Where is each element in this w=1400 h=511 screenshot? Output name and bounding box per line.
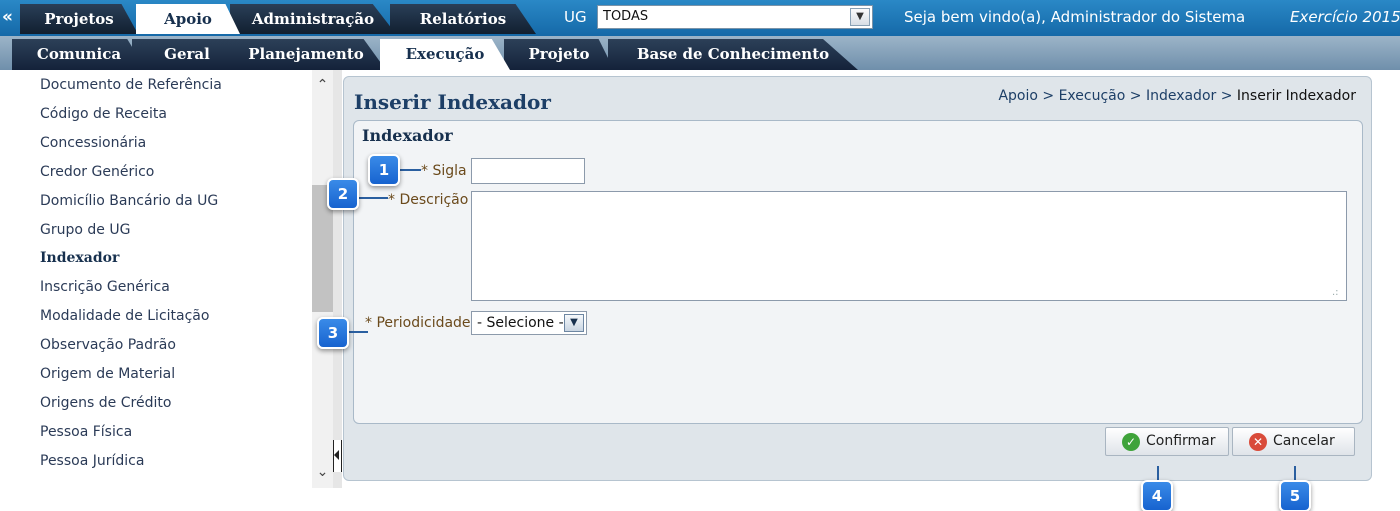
sigla-label: * Sigla	[421, 163, 467, 179]
cancel-button[interactable]: ✕ Cancelar	[1232, 427, 1355, 456]
sidebar-item-origem-de-material[interactable]: Origem de Material	[40, 363, 175, 385]
sidebar-item-observacao-padrao[interactable]: Observação Padrão	[40, 334, 176, 356]
breadcrumb-current: Inserir Indexador	[1236, 88, 1356, 104]
sidebar-item-domicilio-bancario[interactable]: Domicílio Bancário da UG	[40, 190, 218, 212]
subtab-projeto[interactable]: Projeto	[504, 39, 614, 70]
subtab-comunica[interactable]: Comunica	[12, 39, 146, 70]
descricao-textarea[interactable]	[471, 191, 1347, 301]
sidebar-item-inscricao-generica[interactable]: Inscrição Genérica	[40, 276, 170, 298]
resize-grip-icon[interactable]: .:	[1332, 287, 1339, 298]
breadcrumb: Apoio > Execução > Indexador > Inserir I…	[998, 88, 1356, 104]
sidebar: Documento de Referência Código de Receit…	[10, 70, 312, 488]
periodicidade-value: - Selecione -	[477, 315, 564, 331]
scroll-up-icon[interactable]: ⌃	[312, 76, 333, 94]
tab-administracao[interactable]: Administração	[230, 4, 396, 34]
main-nav-bar: « Projetos Apoio Administração Relatório…	[0, 0, 1400, 36]
sidebar-item-documento-de-referencia[interactable]: Documento de Referência	[40, 74, 222, 96]
close-icon: ✕	[1249, 433, 1267, 451]
callout-3-leader	[348, 331, 368, 333]
welcome-message: Seja bem vindo(a), Administrador do Sist…	[904, 8, 1246, 26]
sub-nav-bar: Comunica Geral Planejamento Execução Pro…	[0, 36, 1400, 70]
page-title: Inserir Indexador	[354, 90, 551, 114]
callout-5: 5	[1279, 480, 1311, 511]
periodicidade-select[interactable]: - Selecione - ▼	[471, 311, 587, 335]
sidebar-item-codigo-de-receita[interactable]: Código de Receita	[40, 103, 167, 125]
tab-apoio[interactable]: Apoio	[136, 4, 240, 34]
sidebar-item-modalidade-de-licitacao[interactable]: Modalidade de Licitação	[40, 305, 209, 327]
check-icon: ✓	[1122, 433, 1140, 451]
tab-relatorios[interactable]: Relatórios	[390, 4, 536, 34]
subtab-execucao[interactable]: Execução	[380, 39, 510, 70]
sidebar-item-origens-de-credito[interactable]: Origens de Crédito	[40, 392, 171, 414]
collapse-icon[interactable]: «	[2, 6, 20, 28]
callout-1-leader	[399, 169, 421, 171]
exercicio-label: Exercício 2015	[1290, 8, 1400, 26]
sidebar-item-pessoa-fisica[interactable]: Pessoa Física	[40, 421, 132, 443]
sidebar-item-credor-generico[interactable]: Credor Genérico	[40, 161, 154, 183]
chevron-down-icon[interactable]: ▼	[850, 8, 870, 26]
ug-label: UG	[564, 8, 587, 26]
subtab-geral[interactable]: Geral	[132, 39, 242, 70]
subtab-planejamento[interactable]: Planejamento	[226, 39, 386, 70]
callout-2-leader	[358, 197, 388, 199]
tab-projetos[interactable]: Projetos	[20, 4, 138, 34]
callout-1: 1	[368, 154, 400, 186]
sigla-input[interactable]	[471, 158, 585, 184]
collapse-left-icon[interactable]	[334, 450, 339, 460]
confirm-button[interactable]: ✓ Confirmar	[1105, 427, 1229, 456]
app-window: « Projetos Apoio Administração Relatório…	[0, 0, 1400, 511]
callout-3: 3	[317, 317, 349, 349]
cancel-button-label: Cancelar	[1273, 433, 1335, 449]
sidebar-item-concessionaria[interactable]: Concessionária	[40, 132, 146, 154]
ug-select-value: TODAS	[603, 9, 649, 24]
scroll-down-icon[interactable]: ⌄	[312, 463, 333, 481]
callout-4: 4	[1141, 480, 1173, 511]
panel-title: Indexador	[362, 126, 453, 145]
sidebar-item-indexador[interactable]: Indexador	[40, 247, 119, 269]
descricao-label: * Descrição	[388, 192, 469, 208]
subtab-base-de-conhecimento[interactable]: Base de Conhecimento	[608, 39, 858, 70]
periodicidade-label: * Periodicidade	[365, 315, 471, 331]
sidebar-item-grupo-de-ug[interactable]: Grupo de UG	[40, 219, 130, 241]
ug-select[interactable]: TODAS ▼	[597, 5, 873, 29]
breadcrumb-path[interactable]: Apoio > Execução > Indexador >	[998, 88, 1236, 104]
sidebar-item-pessoa-juridica[interactable]: Pessoa Jurídica	[40, 450, 144, 472]
panel-splitter[interactable]	[333, 70, 342, 488]
callout-2: 2	[327, 178, 359, 210]
chevron-down-icon[interactable]: ▼	[564, 314, 584, 332]
confirm-button-label: Confirmar	[1146, 433, 1216, 449]
